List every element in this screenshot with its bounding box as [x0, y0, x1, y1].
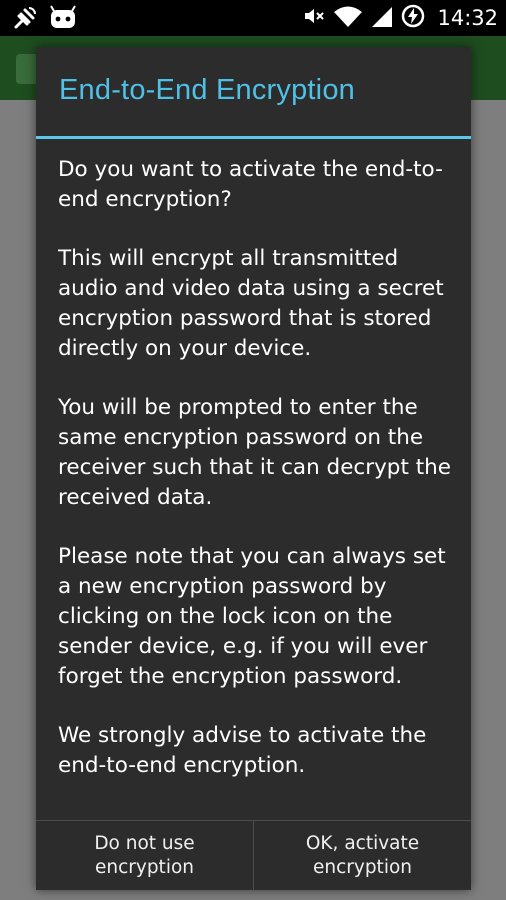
- android-face-icon: [48, 5, 78, 35]
- satellite-signal-icon: [12, 5, 38, 35]
- message-paragraph-note: Please note that you can always set a ne…: [58, 544, 446, 689]
- encryption-dialog: End-to-End Encryption Do you want to act…: [36, 47, 471, 890]
- dialog-button-bar: Do not use encryption OK, activate encry…: [36, 821, 471, 890]
- cell-signal-icon: [371, 4, 393, 32]
- dialog-title: End-to-End Encryption: [59, 74, 355, 106]
- status-bar: 14:32: [0, 0, 506, 36]
- mute-icon: [303, 6, 325, 30]
- activate-encryption-button[interactable]: OK, activate encryption: [254, 821, 471, 890]
- do-not-use-encryption-button[interactable]: Do not use encryption: [36, 821, 253, 890]
- wifi-signal-icon: [333, 4, 363, 32]
- message-paragraph-prompt: You will be prompted to enter the same e…: [58, 395, 451, 510]
- battery-charging-icon: [401, 4, 425, 32]
- message-paragraph-encrypt: This will encrypt all transmitted audio …: [58, 246, 444, 361]
- dialog-message[interactable]: Do you want to activate the end-to-end e…: [58, 155, 456, 819]
- title-divider: [36, 136, 471, 139]
- status-time: 14:32: [437, 6, 498, 30]
- message-paragraph-advice: We strongly advise to activate the end-t…: [58, 723, 427, 778]
- message-paragraph-question: Do you want to activate the end-to-end e…: [58, 157, 443, 212]
